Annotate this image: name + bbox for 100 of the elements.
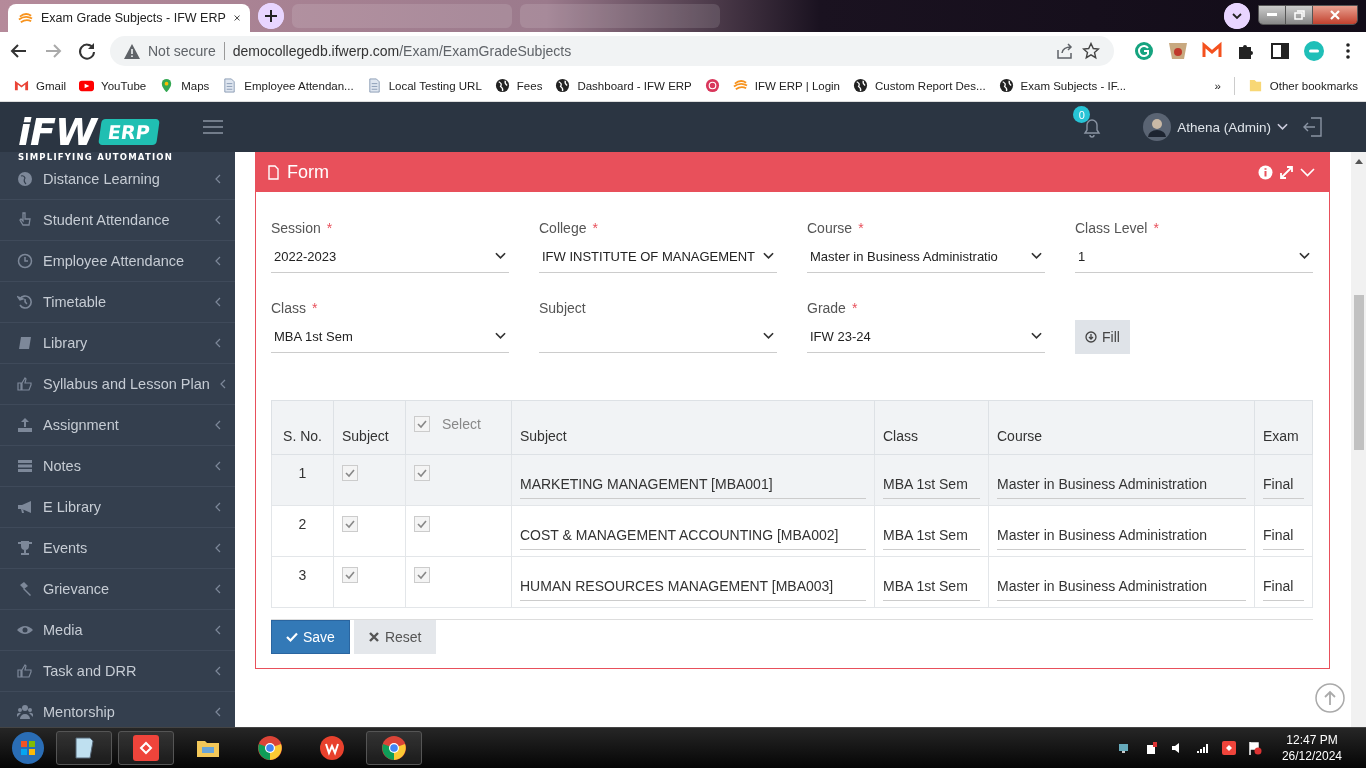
fill-button[interactable]: Fill — [1075, 320, 1130, 354]
select-field[interactable]: IFW INSTITUTE OF MANAGEMENT — [539, 240, 777, 273]
bookmark[interactable]: Maps — [159, 78, 210, 93]
checkbox[interactable] — [342, 567, 358, 583]
tab-search-button[interactable] — [1224, 3, 1250, 29]
scrollbar[interactable] — [1351, 152, 1366, 727]
address-bar[interactable]: Not secure democollegedb.ifwerp.com/Exam/ExamGradeSubjects — [110, 36, 1114, 66]
sidebar-item[interactable]: Distance Learning — [0, 159, 235, 200]
caret-icon — [495, 252, 506, 260]
table-cell: 1 — [271, 454, 334, 506]
share-icon[interactable] — [1056, 42, 1074, 60]
bookmark[interactable]: YouTube — [79, 78, 147, 93]
browser-tab[interactable]: Exam Grade Subjects - IFW ERP — [8, 4, 250, 32]
history-icon — [17, 294, 33, 310]
new-tab-button[interactable] — [258, 3, 284, 29]
chevron-icon — [215, 625, 221, 635]
url-text: democollegedb.ifwerp.com/Exam/ExamGradeSubjects — [232, 43, 573, 59]
field-label: Session — [271, 220, 321, 236]
checkbox[interactable] — [414, 516, 430, 532]
field-label: Class Level — [1075, 220, 1148, 236]
users-icon — [17, 704, 33, 720]
close-icon — [1329, 9, 1341, 20]
bookmark[interactable]: Custom Report Des... — [853, 78, 986, 93]
select-field[interactable]: MBA 1st Sem — [271, 320, 509, 353]
browser-icon — [381, 735, 407, 761]
globe-icon — [998, 78, 1014, 93]
chevron-icon — [215, 215, 221, 225]
user-menu[interactable]: Athena (Admin) — [1143, 113, 1288, 141]
globe-icon — [494, 78, 510, 93]
swirl-icon — [18, 10, 33, 26]
select-field[interactable]: 2022-2023 — [271, 240, 509, 273]
bookmark[interactable]: Dashboard - IFW ERP — [555, 78, 692, 93]
chevron-icon — [215, 174, 221, 184]
table-cell: Master in Business Administration — [997, 526, 1246, 550]
bookmark[interactable]: Gmail — [14, 78, 67, 93]
bookmark-folder[interactable]: Other bookmarks — [1247, 78, 1358, 93]
chevron-icon — [215, 707, 221, 717]
minimize-button[interactable] — [1259, 5, 1286, 24]
checkbox[interactable] — [414, 567, 430, 583]
signal-icon[interactable] — [1195, 741, 1210, 755]
more-bookmarks-button[interactable]: » — [1214, 79, 1221, 92]
reset-button[interactable]: Reset — [353, 620, 436, 654]
menu-icon[interactable] — [202, 119, 224, 135]
megaphone-icon — [17, 499, 33, 515]
info-icon[interactable] — [1258, 164, 1273, 180]
caret-icon — [1031, 332, 1042, 340]
check-icon — [344, 569, 356, 581]
table-cell: 3 — [271, 556, 334, 608]
clock[interactable]: 12:47 PM 26/12/2024 — [1273, 732, 1350, 764]
star-icon[interactable] — [1082, 42, 1100, 60]
checkbox[interactable] — [342, 516, 358, 532]
extension-icon[interactable] — [1134, 41, 1154, 61]
select-field[interactable]: Master in Business Administratio — [807, 240, 1045, 273]
checkbox[interactable] — [414, 465, 430, 481]
checkbox[interactable] — [342, 465, 358, 481]
table-row[interactable]: 1 MARKETING MANAGEMENT [MBA001] MBA 1st Sem Master in Business Administration Final — [271, 454, 1313, 506]
taskbar-app[interactable] — [118, 731, 174, 765]
bookmark[interactable]: IFW ERP | Login — [732, 78, 841, 93]
close-button[interactable] — [1313, 5, 1357, 24]
caret-icon — [1299, 252, 1310, 260]
table-row[interactable]: 3 HUMAN RESOURCES MANAGEMENT [MBA003] MBA 1st Sem Master in Business Administration Final — [271, 556, 1313, 608]
chevron-icon — [215, 420, 221, 430]
side-panel-icon[interactable] — [1270, 41, 1290, 61]
select-field[interactable]: 1 — [1075, 240, 1313, 273]
bookmark[interactable]: Local Testing URL — [366, 78, 482, 93]
table-row[interactable]: 2 COST & MANAGEMENT ACCOUNTING [MBA002] MBA 1st Sem Master in Business Administration Final — [271, 505, 1313, 557]
required-mark: * — [326, 220, 333, 236]
caret-icon — [763, 252, 774, 260]
checkbox[interactable] — [414, 416, 430, 432]
scroll-up-icon — [1355, 158, 1363, 164]
restore-button[interactable] — [1286, 5, 1313, 24]
taskbar-app[interactable] — [56, 731, 112, 765]
caret-icon — [1031, 252, 1042, 260]
chevron-icon — [215, 461, 221, 471]
extension-icon[interactable] — [1168, 41, 1188, 61]
table-cell: Master in Business Administration — [997, 577, 1246, 601]
table-cell: Master in Business Administration — [997, 475, 1246, 499]
expand-icon[interactable] — [1279, 164, 1294, 180]
field-label: College — [539, 220, 587, 236]
document-icon — [266, 164, 281, 180]
play-icon — [79, 78, 95, 93]
bookmark[interactable]: Exam Subjects - IF... — [998, 78, 1127, 93]
select-field[interactable]: IFW 23-24 — [807, 320, 1045, 353]
security-label: Not secure — [148, 43, 216, 59]
table-cell: Final — [1263, 577, 1304, 601]
scrollbar-thumb[interactable] — [1354, 295, 1364, 450]
flag-icon[interactable] — [1247, 741, 1262, 755]
save-button[interactable]: Save — [271, 620, 350, 654]
globe-icon — [555, 78, 571, 93]
logout-icon[interactable] — [1302, 116, 1324, 138]
field-label: Grade — [807, 300, 846, 316]
close-icon[interactable] — [233, 13, 240, 23]
sidebar-item[interactable]: Notes — [0, 446, 235, 487]
page-icon — [222, 78, 238, 93]
bookmark[interactable]: Employee Attendan... — [222, 78, 354, 93]
book-icon — [17, 335, 33, 351]
hand-icon — [17, 212, 33, 228]
remote-desktop-icon[interactable] — [1221, 741, 1236, 755]
bookmark[interactable]: Fees — [494, 78, 543, 93]
taskbar-app[interactable] — [366, 731, 422, 765]
